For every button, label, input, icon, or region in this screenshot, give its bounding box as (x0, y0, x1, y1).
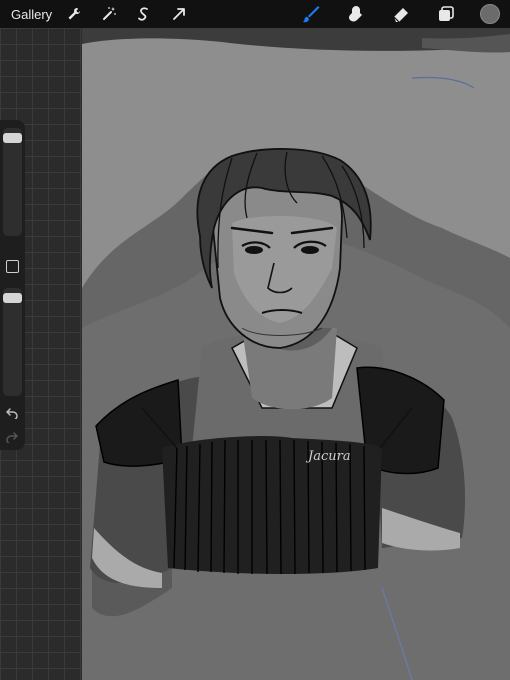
magic-wand-icon[interactable] (99, 4, 119, 24)
signature: Jacura (305, 449, 351, 464)
artwork: Jacura (82, 28, 510, 680)
brush-size-slider[interactable] (3, 128, 22, 236)
drawing-canvas[interactable]: Jacura (82, 28, 510, 680)
selection-icon[interactable] (134, 4, 154, 24)
opacity-thumb[interactable] (3, 293, 22, 303)
brush-size-thumb[interactable] (3, 133, 22, 143)
brush-icon[interactable] (301, 4, 321, 24)
top-toolbar: Gallery (0, 0, 510, 28)
square-icon[interactable] (6, 260, 19, 273)
transform-arrow-icon[interactable] (169, 4, 189, 24)
layers-icon[interactable] (436, 4, 456, 24)
smudge-icon[interactable] (346, 4, 366, 24)
redo-icon[interactable] (4, 430, 20, 444)
opacity-slider[interactable] (3, 288, 22, 396)
gallery-button[interactable]: Gallery (0, 7, 64, 22)
undo-icon[interactable] (4, 406, 20, 420)
eraser-icon[interactable] (391, 4, 411, 24)
right-tools (276, 0, 500, 28)
wrench-icon[interactable] (64, 4, 84, 24)
color-picker-button[interactable] (480, 4, 500, 24)
left-sidebar (0, 120, 25, 450)
